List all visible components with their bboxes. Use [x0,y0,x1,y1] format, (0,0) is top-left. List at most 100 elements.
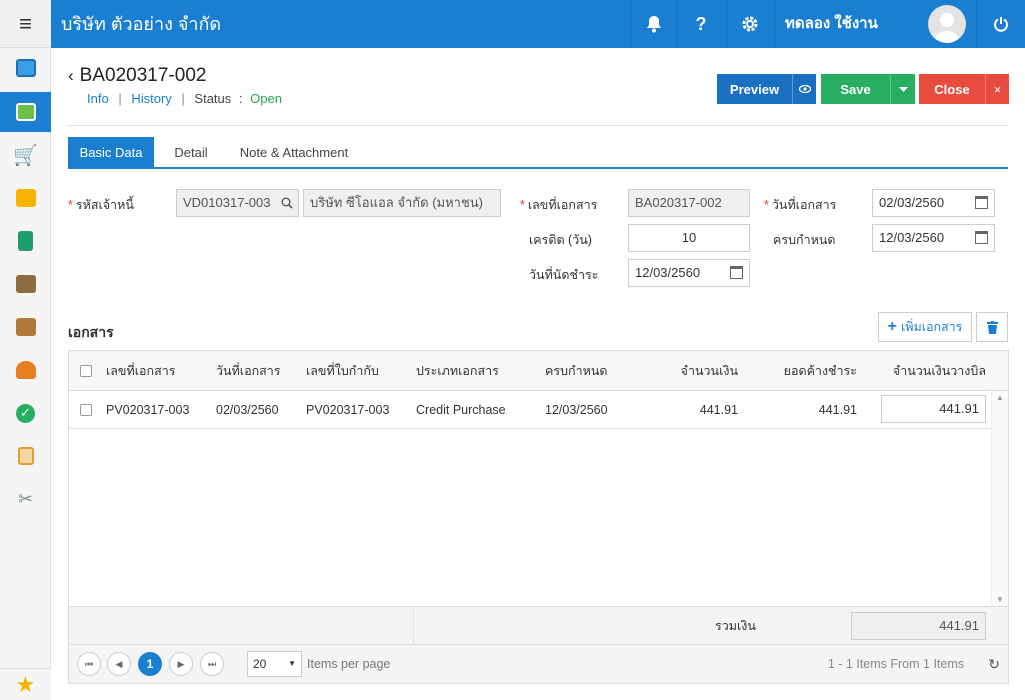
company-name: บริษัท ตัวอย่าง จำกัด [61,14,222,34]
cell-due: 12/03/2560 [545,403,608,417]
column-header[interactable]: เลขที่เอกสาร [106,351,175,391]
sidebar-item-ledger[interactable] [0,221,51,261]
doc-no-label: * เลขที่เอกสาร [520,198,598,212]
column-header[interactable]: ประเภทเอกสาร [416,351,499,391]
favorites-star-icon[interactable]: ★ [0,668,51,700]
calendar-icon[interactable] [975,231,988,244]
save-button[interactable]: Save [821,74,890,104]
grid-footer: รวมเงิน 441.91 [69,606,1008,645]
add-document-button[interactable]: + เพิ่มเอกสาร [878,312,972,342]
tab-detail[interactable]: Detail [158,137,224,169]
table-row[interactable]: PV020317-003 02/03/2560 PV020317-003 Cre… [69,391,1008,429]
history-link[interactable]: History [131,91,171,106]
doc-date-value: 02/03/2560 [879,195,945,210]
tools-icon: ✂ [17,488,34,509]
user-name[interactable]: ทดลอง ใช้งาน [774,0,922,48]
delete-button[interactable] [976,312,1008,342]
shopping-cart-icon: 🛒 [13,144,38,167]
column-header[interactable]: จำนวนเงิน [681,351,738,391]
sidebar-item-purchase[interactable]: 🛒 [0,135,51,175]
credit-days-field[interactable]: 10 [628,224,750,252]
wallet-icon [15,318,36,336]
calendar-icon[interactable] [730,266,743,279]
due-date-field[interactable]: 12/03/2560 [872,224,995,252]
preview-eye-icon[interactable] [792,74,816,104]
current-page[interactable]: 1 [138,652,162,676]
total-field: 441.91 [851,612,986,640]
billing-amount-input[interactable]: 441.91 [881,395,986,423]
report-icon [17,447,34,465]
top-bar: บริษัท ตัวอย่าง จำกัด ? ทดลอง ใช้งาน [0,0,1025,48]
grid-header: เลขที่เอกสาร วันที่เอกสาร เลขที่ใบกำกับ … [69,351,1008,391]
pager-summary: 1 - 1 Items From 1 Items [827,657,964,671]
doc-date-field[interactable]: 02/03/2560 [872,189,995,217]
sidebar-item-approve[interactable]: ✓ [0,393,51,433]
pay-date-label: วันที่นัดชำระ [529,268,599,282]
close-button[interactable]: Close [919,74,985,104]
creditor-code-field[interactable]: VD010317-003 [176,189,299,217]
header-divider [66,125,1008,126]
status-label: Status [194,91,232,106]
last-page-icon[interactable]: ⏭ [200,652,224,676]
doc-links: Info | History | Status : Open [87,91,282,106]
pay-date-value: 12/03/2560 [635,265,701,280]
hamburger-menu-icon[interactable]: ≡ [0,0,51,48]
column-header[interactable]: ยอดค้างชำระ [784,351,857,391]
total-label: รวมเงิน [715,619,756,633]
plus-icon: + [887,318,897,335]
column-header[interactable]: ครบกำหนด [545,351,608,391]
scroll-up-arrow-icon[interactable]: ▲ [996,393,1004,402]
status-badge: Open [250,91,282,106]
sidebar-item-bank[interactable] [0,264,51,304]
sidebar-item-inventory[interactable] [0,178,51,218]
preview-button[interactable]: Preview [717,74,792,104]
row-checkbox[interactable] [80,404,92,416]
bank-icon [15,275,36,293]
close-x-icon[interactable]: × [985,74,1009,104]
tab-note-attachment[interactable]: Note & Attachment [232,137,356,169]
refresh-icon[interactable]: ↻ [988,656,1000,673]
page-size-select[interactable]: 20 ▼ [247,651,302,677]
info-link[interactable]: Info [87,91,109,106]
back-chevron-icon[interactable]: ‹ [68,66,74,86]
notification-bell-icon[interactable] [630,0,677,48]
sidebar-item-wallet[interactable] [0,307,51,347]
next-page-icon[interactable]: ▶ [169,652,193,676]
box-icon [15,189,36,207]
column-header[interactable]: จำนวนเงินวางบิล [893,351,986,391]
tab-bar: Basic Data Detail Note & Attachment [68,137,1008,169]
document-number: BA020317-002 [79,65,207,86]
column-header[interactable]: เลขที่ใบกำกับ [306,351,379,391]
check-circle-icon: ✓ [16,403,35,423]
link-separator: | [118,91,122,106]
sidebar-item-payables[interactable] [0,92,51,132]
first-page-icon[interactable]: ⏮ [77,652,101,676]
help-icon[interactable]: ? [677,0,724,48]
pay-date-field[interactable]: 12/03/2560 [628,259,750,287]
cell-invoice-no: PV020317-003 [306,403,390,417]
select-all-checkbox[interactable] [80,365,92,377]
sidebar-item-reports[interactable] [0,436,51,476]
avatar[interactable] [928,5,966,43]
creditor-code-value: VD010317-003 [183,195,271,210]
prev-page-icon[interactable]: ◀ [107,652,131,676]
creditor-label: * รหัสเจ้าหนี้ [68,198,134,212]
settings-gear-icon[interactable] [726,0,773,48]
creditor-name-field: บริษัท ซีโอแอล จำกัด (มหาชน) [303,189,501,217]
tab-basic-data[interactable]: Basic Data [68,137,154,169]
sidebar-item-contacts[interactable] [0,350,51,390]
power-icon[interactable] [976,0,1025,48]
page-title: ‹ BA020317-002 [68,65,206,87]
sidebar: 🛒 ✓ ✂ [0,48,51,700]
status-separator: : [238,91,243,106]
calendar-icon[interactable] [975,196,988,209]
book-icon [18,231,33,251]
column-header[interactable]: วันที่เอกสาร [216,351,281,391]
sidebar-item-dashboard[interactable] [0,48,51,88]
grid-scrollbar[interactable]: ▲ ▼ [991,391,1008,606]
sidebar-item-tools[interactable]: ✂ [0,479,51,519]
scroll-down-arrow-icon[interactable]: ▼ [996,595,1004,604]
save-dropdown-chevron-icon[interactable] [890,74,915,104]
documents-grid: เลขที่เอกสาร วันที่เอกสาร เลขที่ใบกำกับ … [68,350,1009,684]
search-icon[interactable] [281,197,293,209]
